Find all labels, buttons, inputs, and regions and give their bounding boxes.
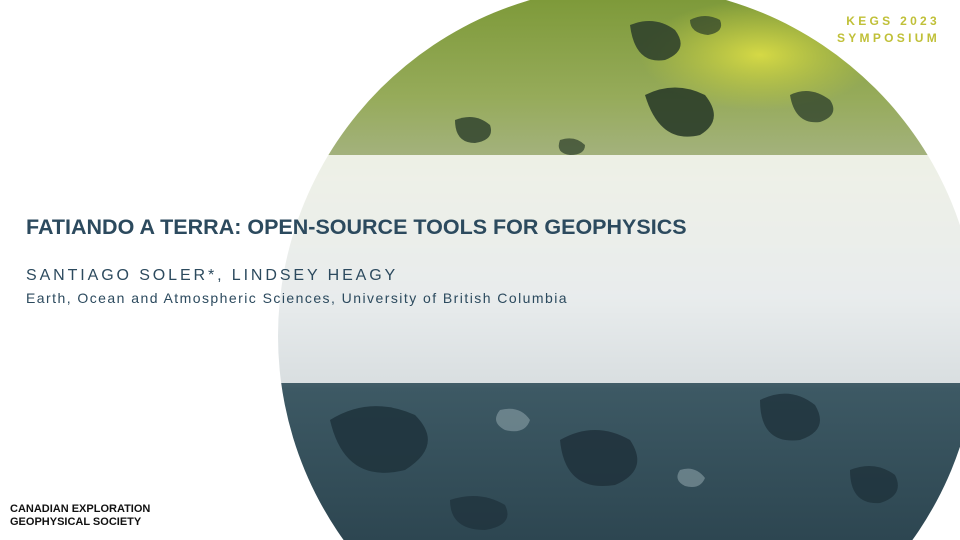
society-logo: CANADIAN EXPLORATION GEOPHYSICAL SOCIETY [10, 503, 150, 529]
slide: KEGS 2023 SYMPOSIUM FATIANDO A TERRA: OP… [0, 0, 960, 540]
event-line-2: SYMPOSIUM [836, 31, 940, 45]
authors: SANTIAGO SOLER*, LINDSEY HEAGY [26, 267, 399, 284]
event-label: KEGS 2023 SYMPOSIUM [800, 13, 940, 47]
society-line-2: GEOPHYSICAL SOCIETY [10, 516, 142, 528]
event-line-1: KEGS 2023 [846, 14, 940, 28]
affiliation: Earth, Ocean and Atmospheric Sciences, U… [26, 290, 569, 306]
society-line-1: CANADIAN EXPLORATION [10, 503, 151, 515]
presentation-title: FATIANDO A TERRA: OPEN-SOURCE TOOLS FOR … [26, 215, 687, 239]
